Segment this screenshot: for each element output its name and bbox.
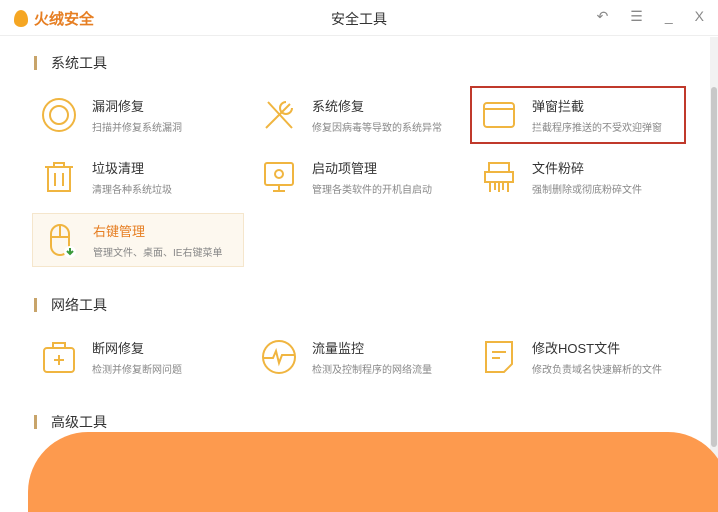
- section-system-tools: 系统工具: [34, 53, 107, 73]
- section-title: 高级工具: [51, 414, 107, 430]
- tool-desc: 修复因病毒等导致的系统异常: [312, 123, 442, 134]
- tool-item[interactable]: 断网修复检测并修复断网问题: [32, 330, 244, 384]
- document-icon: [480, 338, 518, 376]
- tool-item[interactable]: 垃圾清理清理各种系统垃圾: [32, 150, 244, 204]
- tool-desc: 修改负责域名快速解析的文件: [532, 365, 662, 376]
- tool-name: 系统修复: [312, 99, 365, 114]
- tool-desc: 清理各种系统垃圾: [92, 185, 172, 196]
- trash-icon: [40, 158, 78, 196]
- shredder-icon: [480, 158, 518, 196]
- tool-item[interactable]: 修改HOST文件修改负责域名快速解析的文件: [472, 330, 684, 384]
- tool-name: 修改HOST文件: [532, 341, 621, 356]
- tool-item[interactable]: 流量监控检测及控制程序的网络流量: [252, 330, 464, 384]
- tool-name: 弹窗拦截: [532, 99, 585, 114]
- tool-desc: 管理文件、桌面、IE右键菜单: [93, 248, 223, 259]
- tool-name: 漏洞修复: [92, 99, 145, 114]
- tool-desc: 拦截程序推送的不受欢迎弹窗: [532, 123, 662, 134]
- vulnerability-icon: [40, 96, 78, 134]
- orange-overlay: [28, 432, 718, 512]
- tool-name: 文件粉碎: [532, 161, 585, 176]
- tool-item[interactable]: 系统修复修复因病毒等导致的系统异常: [252, 88, 464, 142]
- back-button[interactable]: ↶: [597, 8, 609, 25]
- minimize-button[interactable]: _: [665, 8, 673, 25]
- tool-desc: 扫描并修复系统漏洞: [92, 123, 182, 134]
- tool-item[interactable]: 漏洞修复扫描并修复系统漏洞: [32, 88, 244, 142]
- menu-button[interactable]: ☰: [630, 8, 643, 25]
- wrench-screwdriver-icon: [260, 96, 298, 134]
- tool-name: 流量监控: [312, 341, 365, 356]
- mouse-icon: [41, 221, 79, 259]
- tool-name: 右键管理: [93, 224, 146, 239]
- tool-name: 启动项管理: [312, 161, 378, 176]
- window-icon: [480, 96, 518, 134]
- tool-item[interactable]: 启动项管理管理各类软件的开机自启动: [252, 150, 464, 204]
- section-title: 网络工具: [51, 297, 107, 313]
- tool-desc: 管理各类软件的开机自启动: [312, 185, 432, 196]
- first-aid-icon: [40, 338, 78, 376]
- monitor-icon: [260, 158, 298, 196]
- scrollbar-thumb[interactable]: [711, 87, 717, 447]
- tool-desc: 检测并修复断网问题: [92, 365, 182, 376]
- section-title: 系统工具: [51, 55, 107, 71]
- close-button[interactable]: X: [695, 8, 704, 25]
- pulse-icon: [260, 338, 298, 376]
- tool-desc: 强制删除或彻底粉碎文件: [532, 185, 642, 196]
- section-network-tools: 网络工具: [34, 295, 107, 315]
- title-bar: 火绒安全 安全工具 ↶ ☰ _ X: [0, 0, 718, 36]
- tool-name: 断网修复: [92, 341, 145, 356]
- section-advanced-tools: 高级工具: [34, 412, 107, 432]
- tool-name: 垃圾清理: [92, 161, 145, 176]
- tool-item[interactable]: 弹窗拦截拦截程序推送的不受欢迎弹窗: [470, 86, 686, 144]
- tool-item[interactable]: 文件粉碎强制删除或彻底粉碎文件: [472, 150, 684, 204]
- scrollbar[interactable]: [710, 37, 718, 476]
- tool-desc: 检测及控制程序的网络流量: [312, 365, 432, 376]
- tool-item[interactable]: 右键管理管理文件、桌面、IE右键菜单: [32, 213, 244, 267]
